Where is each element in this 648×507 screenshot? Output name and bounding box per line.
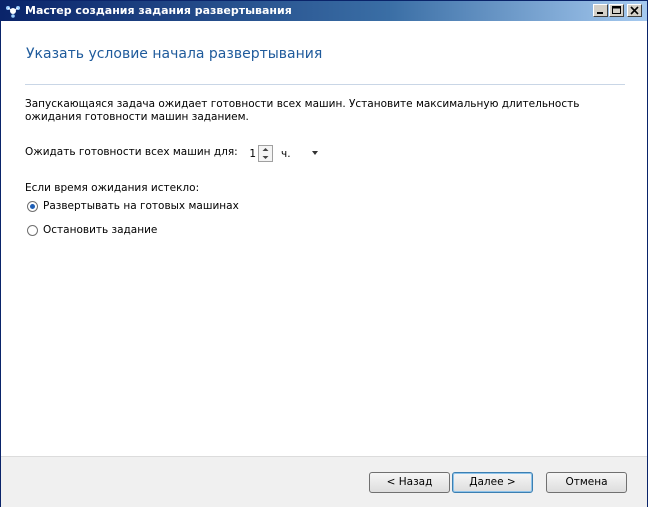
close-icon xyxy=(630,6,639,15)
header-separator xyxy=(25,84,625,85)
maximize-icon xyxy=(612,6,621,14)
window-title: Мастер создания задания развертывания xyxy=(25,4,292,17)
timeout-label: Если время ожидания истекло: xyxy=(25,182,200,194)
maximize-button[interactable] xyxy=(609,4,624,17)
wait-unit-select[interactable]: ч. xyxy=(281,148,291,160)
cancel-button[interactable]: Отмена xyxy=(546,472,627,493)
radio-stop-task[interactable] xyxy=(27,225,38,236)
title-bar[interactable]: Мастер создания задания развертывания xyxy=(1,1,647,21)
next-button[interactable]: Далее > xyxy=(452,472,533,493)
close-button[interactable] xyxy=(627,4,642,17)
wait-value[interactable]: 1 xyxy=(244,148,256,160)
minimize-button[interactable] xyxy=(593,4,608,17)
page-title: Указать условие начала развертывания xyxy=(26,46,323,62)
radio-deploy-ready[interactable] xyxy=(27,201,38,212)
wait-label: Ожидать готовности всех машин для: xyxy=(25,146,238,158)
minimize-icon xyxy=(597,12,603,14)
radio-deploy-ready-label[interactable]: Развертывать на готовых машинах xyxy=(43,200,239,212)
page-description: Запускающаяся задача ожидает готовности … xyxy=(25,98,580,123)
button-bar: < Назад Далее > Отмена xyxy=(1,456,647,507)
chevron-down-icon[interactable] xyxy=(312,151,318,155)
spin-up-icon[interactable] xyxy=(259,146,272,153)
deploy-app-icon xyxy=(6,6,20,18)
wizard-content: Указать условие начала развертывания Зап… xyxy=(1,21,647,456)
back-button[interactable]: < Назад xyxy=(369,472,450,493)
spin-down-icon[interactable] xyxy=(259,154,272,161)
wizard-window: Мастер создания задания развертывания Ук… xyxy=(0,0,648,507)
radio-stop-task-label[interactable]: Остановить задание xyxy=(43,224,157,236)
wait-spinner[interactable] xyxy=(258,145,273,162)
